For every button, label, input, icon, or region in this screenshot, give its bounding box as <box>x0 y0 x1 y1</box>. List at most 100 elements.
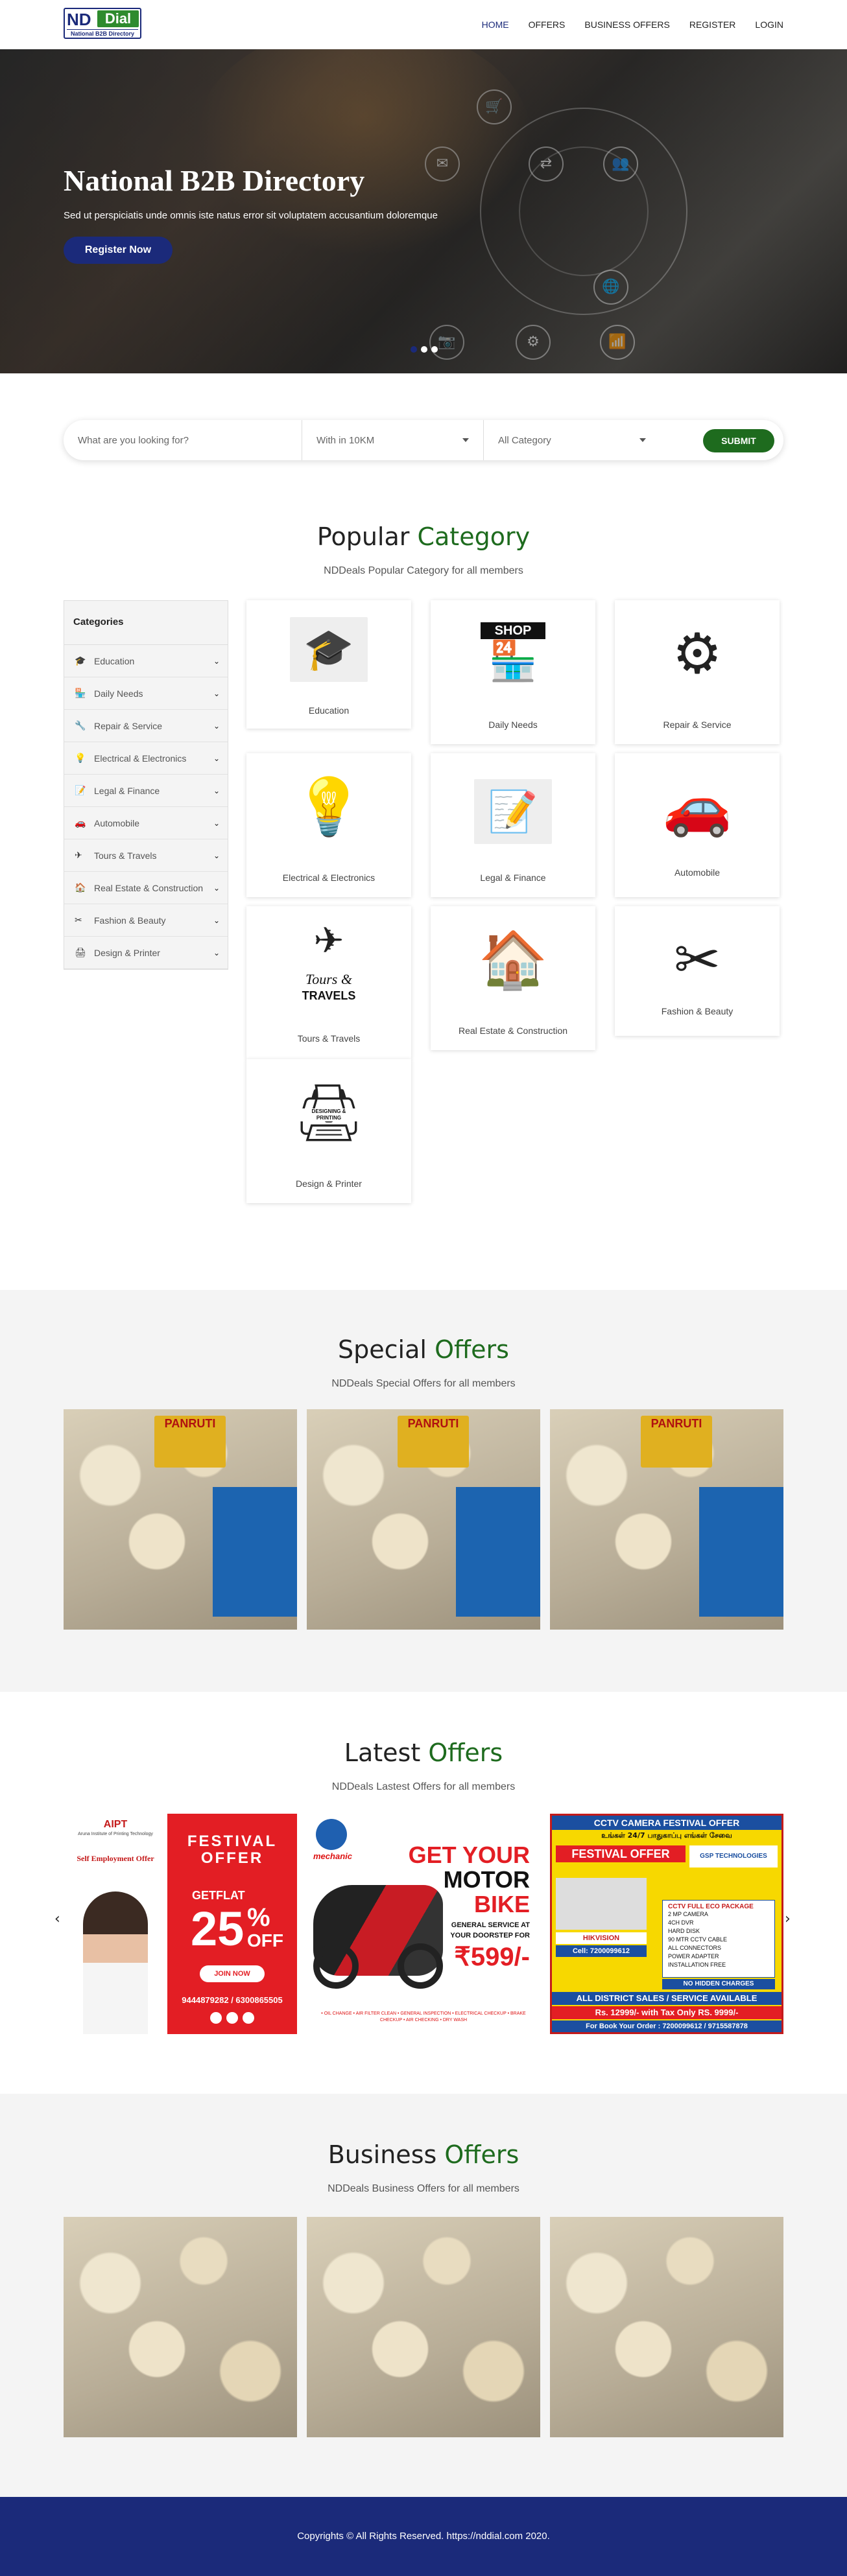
search-input[interactable]: What are you looking for? <box>64 420 302 460</box>
chevron-down-icon[interactable]: ⌄ <box>213 819 220 828</box>
carousel-next-icon[interactable]: › <box>785 1911 791 1927</box>
sidebar-item[interactable]: 💡 Electrical & Electronics ⌄ <box>64 742 228 775</box>
site-footer: Copyrights © All Rights Reserved. https:… <box>0 2497 847 2576</box>
chevron-down-icon[interactable]: ⌄ <box>213 916 220 925</box>
category-card[interactable]: 🖨DESIGNING & PRINTINGDesign & Printer <box>246 1059 411 1203</box>
chevron-down-icon[interactable]: ⌄ <box>213 689 220 698</box>
carousel-prev-icon[interactable]: ‹ <box>54 1911 60 1927</box>
distance-select[interactable]: With in 10KM <box>302 420 484 460</box>
category-card-label: Fashion & Beauty <box>661 1006 734 1016</box>
aipt-brand-sub: Aruna Institute of Printing Technology <box>78 1832 153 1836</box>
package-item: 4CH DVR <box>668 1919 694 1926</box>
register-now-button[interactable]: Register Now <box>64 237 173 264</box>
nav-login[interactable]: LOGIN <box>755 19 783 30</box>
category-card[interactable]: ✈ Tours & TRAVELS Tours & Travels <box>246 906 411 1059</box>
chevron-down-icon[interactable]: ⌄ <box>213 786 220 795</box>
category-card[interactable]: 🎓 Education <box>246 600 411 729</box>
submit-button[interactable]: SUBMIT <box>703 429 774 452</box>
package-item: ALL CONNECTORS <box>668 1945 722 1951</box>
chevron-down-icon[interactable]: ⌄ <box>213 948 220 957</box>
category-card[interactable]: 🏠 Real Estate & Construction <box>431 906 595 1050</box>
sidebar-item-label: Repair & Service <box>94 720 163 731</box>
category-select[interactable]: All Category <box>484 420 691 460</box>
business-offer-image[interactable] <box>64 2217 297 2437</box>
carousel-dot-2[interactable] <box>421 346 427 353</box>
category-card[interactable]: 🚗 Automobile <box>615 753 780 897</box>
cctv-sub: உங்கள் 24/7 பாதுகாப்பு எங்கள் சேவை <box>601 1831 732 1840</box>
nav-offers[interactable]: OFFERS <box>529 19 566 30</box>
getflat-text: GETFLAT <box>192 1889 245 1902</box>
sidebar-item[interactable]: 📝 Legal & Finance ⌄ <box>64 775 228 807</box>
chevron-down-icon[interactable]: ⌄ <box>213 754 220 763</box>
hero-banner: 🛒 ✉ ⇄ 👥 ⚙ 📶 📷 🌐 National B2B Directory S… <box>0 49 847 373</box>
business-offer-image[interactable] <box>550 2217 783 2437</box>
category-card-label: Tours & Travels <box>297 1033 361 1044</box>
offer-image[interactable]: PANRUTI <box>307 1409 540 1630</box>
popular-category-section: Popular Category NDDeals Popular Categor… <box>64 522 783 1375</box>
category-card[interactable]: 💡 Electrical & Electronics <box>246 753 411 897</box>
join-now-button[interactable]: JOIN NOW <box>200 1965 265 1982</box>
sidebar-item-label: Daily Needs <box>94 688 143 699</box>
bag-image <box>213 1487 297 1617</box>
cctv-head: CCTV CAMERA FESTIVAL OFFER <box>552 1816 781 1830</box>
hero-subtitle: Sed ut perspiciatis unde omnis iste natu… <box>64 210 438 221</box>
brand-label: PANRUTI <box>154 1416 226 1468</box>
category-card-label: Real Estate & Construction <box>458 1025 568 1036</box>
nav-business-offers[interactable]: BUSINESS OFFERS <box>584 19 669 30</box>
bike-service-price: ₹599/- <box>454 1943 530 1971</box>
title-part-b: Offers <box>435 1335 509 1364</box>
carousel-dot-3[interactable] <box>431 346 438 353</box>
promo-banner-motorbike[interactable]: mechanic GET YOUR MOTOR BIKE GENERAL SER… <box>307 1814 540 2034</box>
section-title: Business Offers <box>64 2140 783 2169</box>
brand-label: PANRUTI <box>398 1416 469 1468</box>
sidebar-item-label: Real Estate & Construction <box>94 882 204 893</box>
promo-banner-festival[interactable]: AIPT Aruna Institute of Printing Technol… <box>64 1814 297 2034</box>
carousel-dot-1[interactable] <box>411 346 417 353</box>
sidebar-item[interactable]: 🏪 Daily Needs ⌄ <box>64 677 228 710</box>
promo-banner-cctv[interactable]: CCTV CAMERA FESTIVAL OFFER உங்கள் 24/7 ப… <box>550 1814 783 2034</box>
plane-icon: ✈ <box>75 850 82 861</box>
nav-register[interactable]: REGISTER <box>689 19 736 30</box>
category-card[interactable]: ⚙ Repair & Service <box>615 600 780 744</box>
chevron-down-icon[interactable]: ⌄ <box>213 657 220 666</box>
sidebar-item[interactable]: 🚗 Automobile ⌄ <box>64 807 228 839</box>
house-icon: 🏠 <box>478 928 548 992</box>
aipt-tagline: Self Employment Offer <box>77 1854 154 1863</box>
festival-text: FESTIVAL <box>187 1832 278 1850</box>
offer-image[interactable]: PANRUTI <box>64 1409 297 1630</box>
comb-icon: ✂ <box>75 915 82 926</box>
offer-image[interactable]: PANRUTI <box>550 1409 783 1630</box>
sidebar-item[interactable]: 🔧 Repair & Service ⌄ <box>64 710 228 742</box>
package-item: INSTALLATION FREE <box>668 1961 726 1968</box>
no-hidden-charges: NO HIDDEN CHARGES <box>662 1979 775 1989</box>
house-gear-icon: ⚙ <box>672 622 722 686</box>
chevron-down-icon[interactable]: ⌄ <box>213 851 220 860</box>
sidebar-item[interactable]: 🖨 Design & Printer ⌄ <box>64 937 228 969</box>
brand-label: PANRUTI <box>641 1416 712 1468</box>
chevron-down-icon[interactable]: ⌄ <box>213 721 220 731</box>
section-subtitle: NDDeals Popular Category for all members <box>324 565 523 576</box>
category-card[interactable]: 🏪 SHOP Daily Needs <box>431 600 595 744</box>
beauty-tools-icon: ✂ <box>673 928 721 992</box>
sidebar-item[interactable]: 🎓 Education ⌄ <box>64 645 228 677</box>
wrench-icon: 🔧 <box>75 720 86 731</box>
chevron-down-icon[interactable]: ⌄ <box>213 884 220 893</box>
bag-image <box>699 1487 783 1617</box>
wheel-icon <box>313 1943 359 1989</box>
title-part-a: Special <box>338 1335 427 1364</box>
sidebar-item[interactable]: ✂ Fashion & Beauty ⌄ <box>64 904 228 937</box>
nav-home[interactable]: HOME <box>482 19 509 30</box>
category-card[interactable]: 📝 Legal & Finance <box>431 753 595 897</box>
section-subtitle: NDDeals Business Offers for all members <box>328 2183 519 2194</box>
cctv-company: GSP TECHNOLOGIES <box>689 1845 778 1868</box>
site-logo[interactable]: ND Dial National B2B Directory <box>64 8 141 39</box>
caret-down-icon <box>462 438 469 442</box>
business-offer-image[interactable] <box>307 2217 540 2437</box>
sidebar-item-label: Legal & Finance <box>94 785 160 796</box>
twitter-icon <box>226 2012 238 2024</box>
discount-value: 25 <box>191 1902 245 1956</box>
social-icons <box>210 2012 254 2024</box>
sidebar-item[interactable]: 🏠 Real Estate & Construction ⌄ <box>64 872 228 904</box>
sidebar-item[interactable]: ✈ Tours & Travels ⌄ <box>64 839 228 872</box>
category-card[interactable]: ✂ Fashion & Beauty <box>615 906 780 1036</box>
